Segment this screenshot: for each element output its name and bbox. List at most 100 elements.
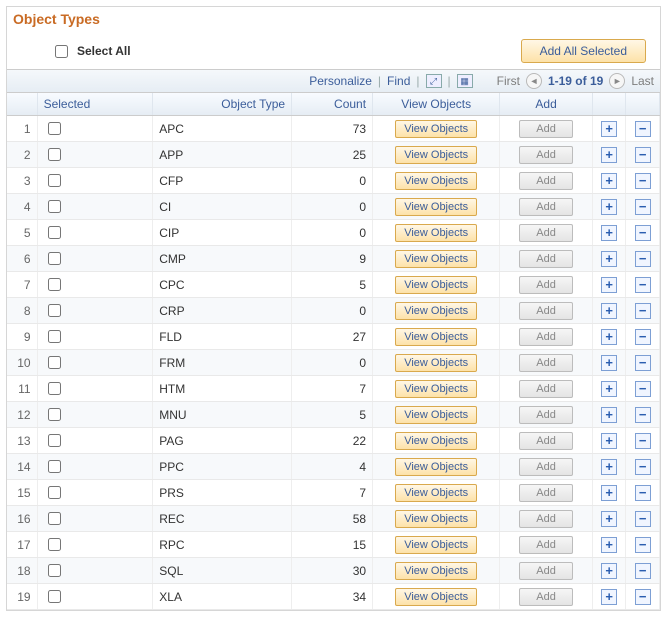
view-objects-button[interactable]: View Objects bbox=[395, 276, 477, 294]
plus-icon[interactable]: + bbox=[601, 537, 617, 553]
minus-icon[interactable]: − bbox=[635, 485, 651, 501]
plus-icon[interactable]: + bbox=[601, 121, 617, 137]
row-select-checkbox[interactable] bbox=[48, 382, 61, 395]
row-select-checkbox[interactable] bbox=[48, 252, 61, 265]
minus-icon[interactable]: − bbox=[635, 173, 651, 189]
plus-icon[interactable]: + bbox=[601, 563, 617, 579]
add-button[interactable]: Add bbox=[519, 328, 573, 346]
view-objects-button[interactable]: View Objects bbox=[395, 224, 477, 242]
add-button[interactable]: Add bbox=[519, 432, 573, 450]
view-objects-button[interactable]: View Objects bbox=[395, 302, 477, 320]
add-button[interactable]: Add bbox=[519, 302, 573, 320]
view-objects-button[interactable]: View Objects bbox=[395, 406, 477, 424]
view-objects-button[interactable]: View Objects bbox=[395, 120, 477, 138]
minus-icon[interactable]: − bbox=[635, 147, 651, 163]
minus-icon[interactable]: − bbox=[635, 329, 651, 345]
col-object-type[interactable]: Object Type bbox=[153, 93, 292, 116]
plus-icon[interactable]: + bbox=[601, 485, 617, 501]
select-all-checkbox[interactable] bbox=[55, 45, 68, 58]
add-button[interactable]: Add bbox=[519, 198, 573, 216]
col-add[interactable]: Add bbox=[500, 93, 593, 116]
plus-icon[interactable]: + bbox=[601, 303, 617, 319]
row-select-checkbox[interactable] bbox=[48, 538, 61, 551]
view-objects-button[interactable]: View Objects bbox=[395, 432, 477, 450]
next-page-button[interactable]: ► bbox=[609, 73, 625, 89]
add-button[interactable]: Add bbox=[519, 536, 573, 554]
first-label[interactable]: First bbox=[497, 74, 520, 88]
row-select-checkbox[interactable] bbox=[48, 460, 61, 473]
add-all-selected-button[interactable]: Add All Selected bbox=[521, 39, 646, 63]
plus-icon[interactable]: + bbox=[601, 511, 617, 527]
view-objects-button[interactable]: View Objects bbox=[395, 536, 477, 554]
minus-icon[interactable]: − bbox=[635, 355, 651, 371]
add-button[interactable]: Add bbox=[519, 354, 573, 372]
row-select-checkbox[interactable] bbox=[48, 486, 61, 499]
add-button[interactable]: Add bbox=[519, 380, 573, 398]
row-select-checkbox[interactable] bbox=[48, 330, 61, 343]
plus-icon[interactable]: + bbox=[601, 381, 617, 397]
view-objects-button[interactable]: View Objects bbox=[395, 458, 477, 476]
view-objects-button[interactable]: View Objects bbox=[395, 354, 477, 372]
row-select-checkbox[interactable] bbox=[48, 590, 61, 603]
add-button[interactable]: Add bbox=[519, 276, 573, 294]
add-button[interactable]: Add bbox=[519, 458, 573, 476]
minus-icon[interactable]: − bbox=[635, 589, 651, 605]
add-button[interactable]: Add bbox=[519, 562, 573, 580]
row-select-checkbox[interactable] bbox=[48, 200, 61, 213]
plus-icon[interactable]: + bbox=[601, 459, 617, 475]
view-objects-button[interactable]: View Objects bbox=[395, 588, 477, 606]
view-objects-button[interactable]: View Objects bbox=[395, 510, 477, 528]
grid-view-icon[interactable]: ▦ bbox=[457, 74, 473, 88]
minus-icon[interactable]: − bbox=[635, 433, 651, 449]
row-select-checkbox[interactable] bbox=[48, 564, 61, 577]
row-select-checkbox[interactable] bbox=[48, 408, 61, 421]
add-button[interactable]: Add bbox=[519, 510, 573, 528]
row-select-checkbox[interactable] bbox=[48, 174, 61, 187]
view-objects-button[interactable]: View Objects bbox=[395, 562, 477, 580]
plus-icon[interactable]: + bbox=[601, 407, 617, 423]
minus-icon[interactable]: − bbox=[635, 251, 651, 267]
row-select-checkbox[interactable] bbox=[48, 512, 61, 525]
minus-icon[interactable]: − bbox=[635, 225, 651, 241]
row-select-checkbox[interactable] bbox=[48, 148, 61, 161]
plus-icon[interactable]: + bbox=[601, 329, 617, 345]
row-select-checkbox[interactable] bbox=[48, 434, 61, 447]
view-objects-button[interactable]: View Objects bbox=[395, 328, 477, 346]
minus-icon[interactable]: − bbox=[635, 511, 651, 527]
minus-icon[interactable]: − bbox=[635, 121, 651, 137]
plus-icon[interactable]: + bbox=[601, 433, 617, 449]
find-link[interactable]: Find bbox=[387, 74, 410, 88]
minus-icon[interactable]: − bbox=[635, 277, 651, 293]
prev-page-button[interactable]: ◄ bbox=[526, 73, 542, 89]
plus-icon[interactable]: + bbox=[601, 251, 617, 267]
add-button[interactable]: Add bbox=[519, 172, 573, 190]
col-view-objects[interactable]: View Objects bbox=[373, 93, 500, 116]
plus-icon[interactable]: + bbox=[601, 277, 617, 293]
add-button[interactable]: Add bbox=[519, 224, 573, 242]
personalize-link[interactable]: Personalize bbox=[309, 74, 372, 88]
minus-icon[interactable]: − bbox=[635, 381, 651, 397]
view-objects-button[interactable]: View Objects bbox=[395, 146, 477, 164]
plus-icon[interactable]: + bbox=[601, 147, 617, 163]
plus-icon[interactable]: + bbox=[601, 589, 617, 605]
minus-icon[interactable]: − bbox=[635, 563, 651, 579]
last-label[interactable]: Last bbox=[631, 74, 654, 88]
add-button[interactable]: Add bbox=[519, 588, 573, 606]
row-select-checkbox[interactable] bbox=[48, 304, 61, 317]
plus-icon[interactable]: + bbox=[601, 225, 617, 241]
row-select-checkbox[interactable] bbox=[48, 226, 61, 239]
minus-icon[interactable]: − bbox=[635, 537, 651, 553]
zoom-icon[interactable]: ⤢ bbox=[426, 74, 442, 88]
col-selected[interactable]: Selected bbox=[37, 93, 153, 116]
row-select-checkbox[interactable] bbox=[48, 356, 61, 369]
row-select-checkbox[interactable] bbox=[48, 278, 61, 291]
view-objects-button[interactable]: View Objects bbox=[395, 172, 477, 190]
view-objects-button[interactable]: View Objects bbox=[395, 380, 477, 398]
view-objects-button[interactable]: View Objects bbox=[395, 198, 477, 216]
plus-icon[interactable]: + bbox=[601, 173, 617, 189]
add-button[interactable]: Add bbox=[519, 250, 573, 268]
add-button[interactable]: Add bbox=[519, 484, 573, 502]
add-button[interactable]: Add bbox=[519, 120, 573, 138]
add-button[interactable]: Add bbox=[519, 406, 573, 424]
minus-icon[interactable]: − bbox=[635, 407, 651, 423]
